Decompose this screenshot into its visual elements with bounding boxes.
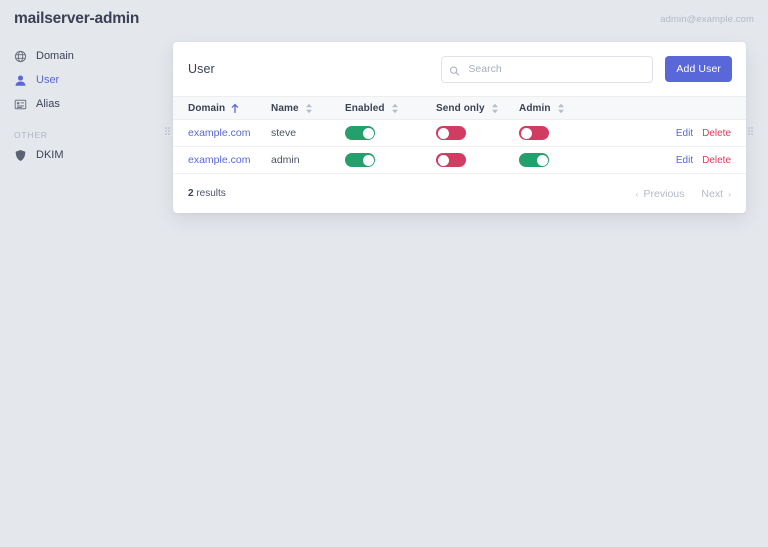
sidebar-item-alias[interactable]: Alias	[14, 92, 165, 116]
admin-toggle[interactable]	[519, 153, 549, 167]
column-header-enabled[interactable]: Enabled	[345, 97, 436, 120]
users-table: Domain Name	[173, 96, 746, 174]
table-body: example.com steve EditDelete exampl	[173, 120, 746, 174]
search-input[interactable]	[441, 56, 653, 83]
cell-enabled	[345, 147, 436, 174]
delete-link[interactable]: Delete	[702, 128, 731, 139]
add-user-button[interactable]: Add User	[665, 56, 732, 82]
domain-link[interactable]: example.com	[188, 127, 250, 139]
column-header-name[interactable]: Name	[271, 97, 345, 120]
cell-send-only	[436, 120, 519, 147]
column-label: Name	[271, 103, 299, 114]
sort-asc-icon	[231, 103, 239, 114]
cell-admin	[519, 147, 629, 174]
sort-none-icon	[305, 103, 313, 114]
sidebar-item-label: User	[36, 74, 59, 86]
enabled-toggle[interactable]	[345, 153, 375, 167]
sidebar-item-dkim[interactable]: DKIM	[14, 143, 165, 167]
account-email[interactable]: admin@example.com	[660, 14, 754, 25]
top-bar: mailserver-admin admin@example.com	[0, 0, 768, 38]
table-header: Domain Name	[173, 97, 746, 120]
panel-title: User	[188, 62, 215, 76]
edit-link[interactable]: Edit	[676, 128, 693, 139]
sort-none-icon	[557, 103, 565, 114]
send-only-toggle[interactable]	[436, 126, 466, 140]
column-header-domain[interactable]: Domain	[173, 97, 271, 120]
sidebar-item-domain[interactable]: Domain	[14, 44, 165, 68]
sidebar: Domain User Alias OTHER	[0, 40, 165, 167]
pagination: ‹ Previous Next ›	[636, 188, 731, 200]
column-label: Enabled	[345, 103, 385, 114]
sidebar-item-label: Domain	[36, 50, 74, 62]
column-label: Admin	[519, 103, 551, 114]
next-page-button[interactable]: Next ›	[701, 188, 731, 200]
cell-actions: Edit Delete	[629, 120, 746, 147]
edit-link[interactable]: Edit	[676, 155, 693, 166]
column-header-admin[interactable]: Admin	[519, 97, 629, 120]
column-header-actions	[629, 97, 746, 120]
delete-link[interactable]: Delete	[702, 155, 731, 166]
chevron-left-icon: ‹	[636, 189, 639, 199]
globe-icon	[14, 50, 27, 63]
chevron-right-icon: ›	[728, 189, 731, 199]
sidebar-item-label: Alias	[36, 98, 60, 110]
cell-enabled	[345, 120, 436, 147]
cell-actions: Edit Delete	[629, 147, 746, 174]
column-label: Domain	[188, 103, 225, 114]
sidebar-section-other: OTHER	[14, 130, 165, 140]
list-icon	[14, 98, 27, 111]
cell-name: steve	[271, 120, 345, 147]
panel-header-actions: Add User	[441, 56, 732, 83]
user-icon	[14, 74, 27, 87]
cell-send-only	[436, 147, 519, 174]
next-label: Next	[701, 188, 723, 200]
sort-none-icon	[391, 103, 399, 114]
shield-icon	[14, 149, 27, 162]
admin-toggle[interactable]	[519, 126, 549, 140]
cell-domain: example.com	[173, 120, 271, 147]
sidebar-item-user[interactable]: User	[14, 68, 165, 92]
results-count: 2 results	[188, 188, 226, 199]
previous-label: Previous	[644, 188, 685, 200]
resize-grip-right[interactable]	[748, 127, 755, 137]
cell-domain: example.com	[173, 147, 271, 174]
table-row: example.com admin Edit Delete	[173, 147, 746, 174]
cell-name: admin	[271, 147, 345, 174]
cell-admin	[519, 120, 629, 147]
column-label: Send only	[436, 103, 485, 114]
panel-footer: 2 results ‹ Previous Next ›	[173, 174, 746, 213]
sort-none-icon	[491, 103, 499, 114]
sidebar-item-label: DKIM	[36, 149, 64, 161]
search-field-wrapper	[441, 56, 653, 83]
user-panel: User Add User Domain	[173, 42, 746, 213]
send-only-toggle[interactable]	[436, 153, 466, 167]
resize-grip-left[interactable]	[165, 127, 172, 137]
results-label: results	[196, 188, 225, 199]
enabled-toggle[interactable]	[345, 126, 375, 140]
table-header-row: Domain Name	[173, 97, 746, 120]
results-number: 2	[188, 188, 194, 199]
previous-page-button[interactable]: ‹ Previous	[636, 188, 685, 200]
panel-header: User Add User	[173, 42, 746, 96]
table-row: example.com steve Edit Delete	[173, 120, 746, 147]
column-header-send-only[interactable]: Send only	[436, 97, 519, 120]
app-title: mailserver-admin	[14, 10, 139, 28]
domain-link[interactable]: example.com	[188, 154, 250, 166]
